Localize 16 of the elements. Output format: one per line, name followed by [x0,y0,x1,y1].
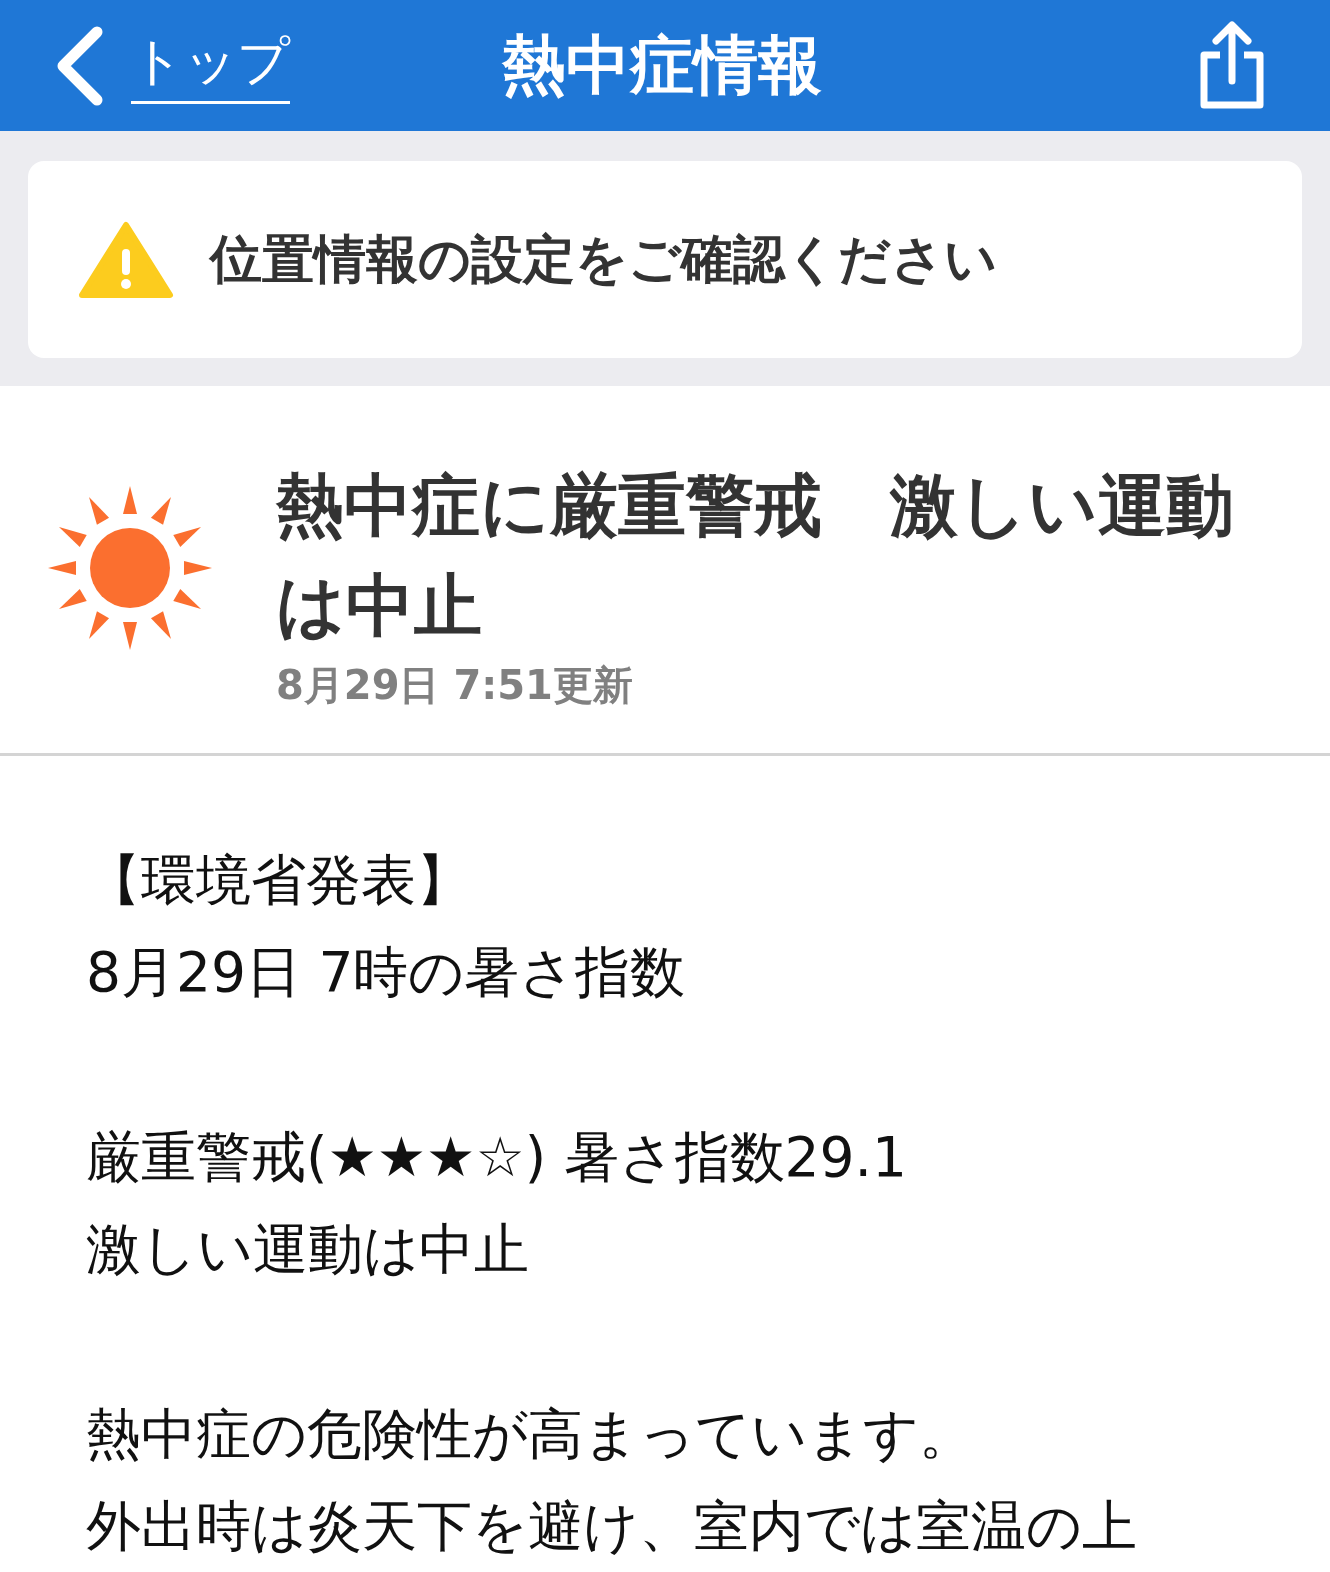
body-text-line: 8月29日 7時の暑さ指数 [86,939,687,1006]
back-chevron-icon [55,25,105,106]
updated-time: 8月29日 7:51更新 [276,661,634,710]
body-text-line: 外出時は炎天下を避け、室内では室温の上 [86,1493,1138,1560]
back-label[interactable]: トップ [131,27,290,104]
location-notice-text: 位置情報の設定をご確認ください [210,227,997,291]
back-link[interactable]: トップ [55,25,290,106]
location-notice-card[interactable]: 位置情報の設定をご確認ください [28,161,1302,358]
body-text-line: 激しい運動は中止 [86,1216,530,1283]
sun-icon [48,486,212,650]
body-text-line: 【環境省発表】 [86,847,472,914]
page-title: 熱中症情報 [501,27,822,104]
body-text-line: 熱中症の危険性が高まっています。 [86,1401,975,1468]
warning-icon [78,220,174,299]
body-text-line: 厳重警戒(★★★☆) 暑さ指数29.1 [86,1124,909,1191]
alert-headline: 熱中症に厳重警戒 激しい運動は中止 [276,465,1235,647]
